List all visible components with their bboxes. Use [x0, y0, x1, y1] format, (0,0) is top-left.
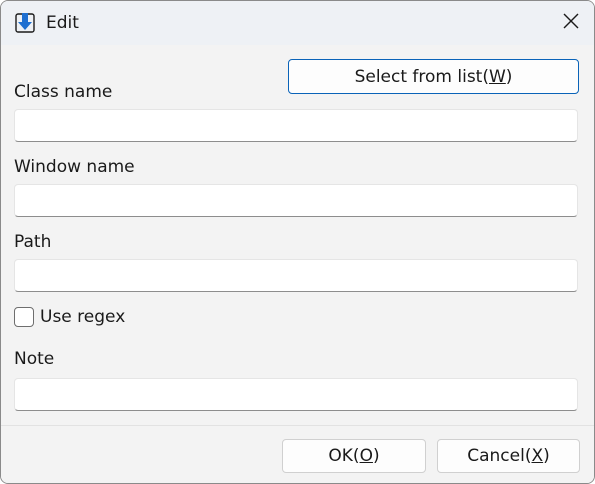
use-regex-label: Use regex — [40, 307, 126, 327]
class-name-input[interactable] — [14, 109, 578, 142]
window-name-input[interactable] — [14, 184, 578, 217]
title-bar: Edit — [1, 1, 594, 45]
dialog-content: Select from list(W) Class name Window na… — [1, 45, 594, 425]
path-label: Path — [14, 232, 52, 252]
close-button[interactable] — [548, 1, 594, 45]
cancel-button[interactable]: Cancel(X) — [437, 439, 580, 473]
window-name-label: Window name — [14, 157, 135, 177]
use-regex-checkbox[interactable] — [14, 307, 34, 327]
edit-dialog: Edit Select from list(W) Class name Wind… — [0, 0, 595, 484]
dialog-footer: OK(O) Cancel(X) — [1, 425, 594, 483]
close-icon — [563, 13, 579, 33]
download-arrow-icon — [14, 12, 36, 34]
path-input[interactable] — [14, 259, 578, 292]
ok-button[interactable]: OK(O) — [282, 439, 426, 473]
note-label: Note — [14, 349, 55, 369]
class-name-label: Class name — [14, 82, 113, 102]
select-from-list-button[interactable]: Select from list(W) — [288, 59, 579, 94]
window-title: Edit — [46, 13, 79, 33]
note-input[interactable] — [14, 378, 578, 411]
